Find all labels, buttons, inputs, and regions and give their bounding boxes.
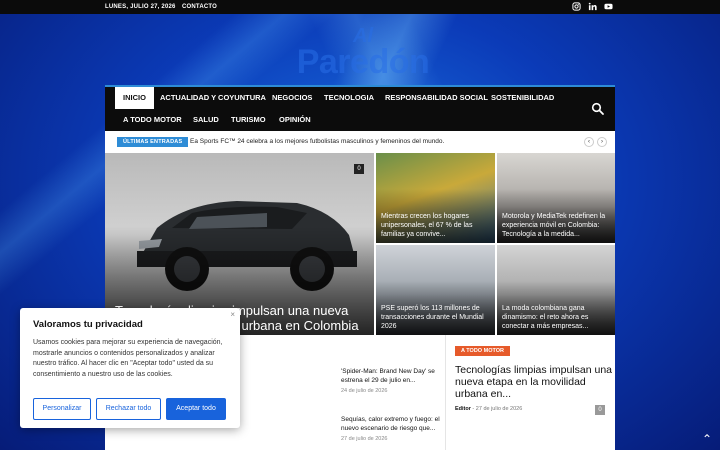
contact-link[interactable]: CONTACTO [182,4,217,10]
ticker-badge: ÚLTIMAS ENTRADAS [117,137,189,147]
comment-count[interactable]: 0 [595,405,605,415]
divider [445,335,446,450]
ticker-prev-button[interactable]: ‹ [584,137,594,147]
logo-name: Paredón [296,43,430,81]
instagram-icon[interactable] [572,2,581,11]
featured-article-meta: Editor - 27 de julio de 2026 [455,406,523,412]
nav-item-negocios[interactable]: NEGOCIOS [264,87,320,109]
grid-article-3[interactable]: PSE superó los 113 millones de transacci… [376,245,495,335]
list-item[interactable]: 'Spider-Man: Brand New Day' se estrena e… [341,367,441,394]
comment-count: 0 [354,164,364,174]
close-icon[interactable]: × [230,310,235,319]
grid-article-1[interactable]: Mientras crecen los hogares unipersonale… [376,153,495,243]
customize-button[interactable]: Personalizar [33,398,91,420]
list-item[interactable]: Sequías, calor extremo y fuego: el nuevo… [341,415,441,442]
ticker-headline[interactable]: Ea Sports FC™ 24 celebra a los mejores f… [190,138,444,145]
nav-item-salud[interactable]: SALUD [185,109,227,131]
grid-article-2[interactable]: Motorola y MediaTek redefinen la experie… [497,153,615,243]
search-icon[interactable] [591,102,605,116]
youtube-icon[interactable] [604,2,613,11]
scroll-up-icon[interactable]: ⌃ [700,432,714,446]
grid-article-4-title[interactable]: La moda colombiana gana dinamismo: el re… [502,304,610,331]
nav-item-inicio[interactable]: INICIO [115,87,154,109]
nav-item-opinion[interactable]: OPINIÓN [271,109,319,131]
nav-item-actualidad[interactable]: ACTUALIDAD Y COYUNTURA [152,87,274,109]
main-navigation: INICIO ACTUALIDAD Y COYUNTURA NEGOCIOS T… [105,85,615,131]
author-name[interactable]: Editor [455,406,471,412]
linkedin-icon[interactable] [588,2,597,11]
nav-item-sostenibilidad[interactable]: SOSTENIBILIDAD [483,87,562,109]
list-item-title[interactable]: Sequías, calor extremo y fuego: el nuevo… [341,415,441,433]
grid-article-4[interactable]: La moda colombiana gana dinamismo: el re… [497,245,615,335]
site-logo[interactable]: Al Paredón [288,26,438,80]
cookie-title: Valoramos tu privacidad [33,319,143,330]
category-badge[interactable]: A TODO MOTOR [455,346,510,356]
top-bar: LUNES, JULIO 27, 2026 CONTACTO [0,0,720,14]
grid-article-1-title[interactable]: Mientras crecen los hogares unipersonale… [381,212,490,239]
accept-all-button[interactable]: Aceptar todo [166,398,226,420]
list-item-date: 27 de julio de 2026 [341,436,388,442]
cookie-body: Usamos cookies para mejorar su experienc… [33,339,223,378]
grid-article-3-title[interactable]: PSE superó los 113 millones de transacci… [381,304,490,331]
latest-posts-ticker: ÚLTIMAS ENTRADAS Ea Sports FC™ 24 celebr… [105,131,615,153]
nav-item-tecnologia[interactable]: TECNOLOGIA [316,87,382,109]
list-item-title[interactable]: 'Spider-Man: Brand New Day' se estrena e… [341,367,441,385]
nav-item-responsabilidad-social[interactable]: RESPONSABILIDAD SOCIAL [377,87,496,109]
list-item-date: 24 de julio de 2026 [341,388,388,394]
nav-item-a-todo-motor[interactable]: A TODO MOTOR [115,109,190,131]
article-date: 27 de julio de 2026 [475,406,523,412]
ticker-next-button[interactable]: › [597,137,607,147]
current-date: LUNES, JULIO 27, 2026 [105,4,176,10]
nav-item-turismo[interactable]: TURISMO [223,109,274,131]
grid-article-2-title[interactable]: Motorola y MediaTek redefinen la experie… [502,212,610,239]
reject-all-button[interactable]: Rechazar todo [96,398,161,420]
cookie-consent-dialog: × Valoramos tu privacidad Usamos cookies… [20,308,240,428]
featured-article-title[interactable]: Tecnologías limpias impulsan una nueva e… [455,364,615,400]
